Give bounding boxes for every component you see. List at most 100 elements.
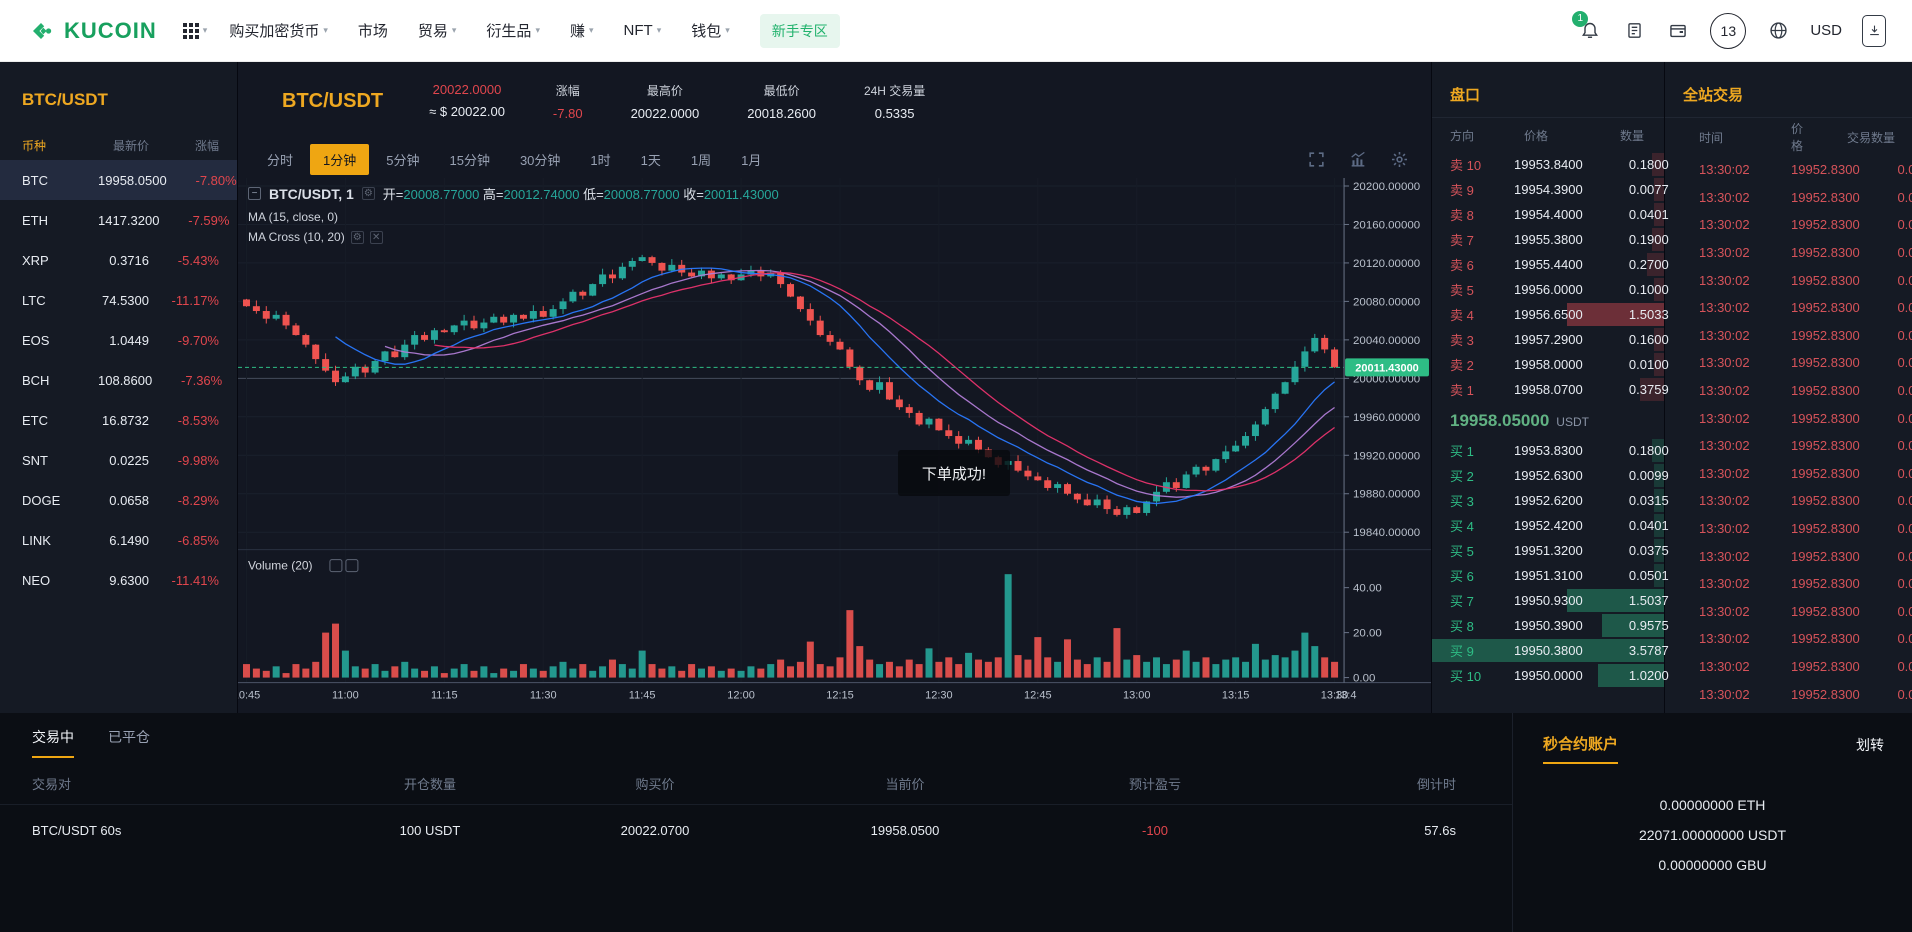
chevron-down-icon: ▾: [725, 25, 730, 35]
trade-amount: 0.005043: [1897, 438, 1912, 454]
coin-row-LINK[interactable]: LINK 6.1490 -6.85%: [0, 520, 237, 560]
svg-text:Volume (20): Volume (20): [248, 559, 313, 573]
trade-row: 13:30:02 19952.8300 0.005043: [1665, 653, 1912, 681]
coin-row-ETH[interactable]: ETH 1417.3200 -7.59%: [0, 200, 237, 240]
coin-row-BTC[interactable]: BTC 19958.0500 -7.80%: [0, 160, 237, 200]
orderbook-direction: 买 8: [1450, 619, 1474, 634]
chart-canvas[interactable]: 20200.00000 20160.00000 20120.00000 20080.0…: [238, 178, 1431, 713]
timeframe-1天[interactable]: 1天: [628, 144, 674, 175]
vip-level-badge[interactable]: 13: [1710, 12, 1747, 49]
nav-item-贸易[interactable]: 贸易 ▾: [418, 20, 457, 41]
download-app-button[interactable]: [1862, 14, 1886, 47]
notification-badge: 1: [1572, 10, 1589, 27]
orderbook-row[interactable]: 卖 4 19956.6500 1.5033: [1432, 302, 1669, 327]
coin-row-BCH[interactable]: BCH 108.8600 -7.36%: [0, 360, 237, 400]
trade-price: 19952.8300: [1791, 300, 1860, 316]
position-countdown: 57.6s: [1424, 822, 1456, 838]
col-time: 时间: [1699, 130, 1724, 145]
coin-row-DOGE[interactable]: DOGE 0.0658 -8.29%: [0, 480, 237, 520]
orderbook-row[interactable]: 卖 9 19954.3900 0.0077: [1432, 177, 1669, 202]
position-row[interactable]: BTC/USDT 60s 100 USDT 20022.0700 19958.0…: [0, 805, 1512, 855]
order-success-toast: 下单成功!: [898, 450, 1010, 496]
timeframe-分时[interactable]: 分时: [254, 144, 306, 175]
all-trades-title: 全站交易: [1665, 62, 1912, 118]
coin-row-ETC[interactable]: ETC 16.8732 -8.53%: [0, 400, 237, 440]
chart-legend: − BTC/USDT, 1 ⚙ 开=20008.77000 高=20012.74…: [248, 184, 779, 244]
trade-time: 13:30:02: [1699, 162, 1750, 178]
legend-gear-icon[interactable]: ⚙: [361, 187, 375, 200]
orderbook-row[interactable]: 卖 8 19954.4000 0.0401: [1432, 202, 1669, 227]
coin-row-XRP[interactable]: XRP 0.3716 -5.43%: [0, 240, 237, 280]
orderbook-title: 盘口: [1432, 62, 1664, 118]
orderbook-direction: 买 10: [1450, 669, 1482, 684]
timeframe-1时[interactable]: 1时: [577, 144, 623, 175]
orderbook-row[interactable]: 买 9 19950.3800 3.5787: [1432, 638, 1669, 663]
orders-button[interactable]: [1622, 19, 1646, 43]
orderbook-row[interactable]: 买 8 19950.3900 0.9575: [1432, 613, 1669, 638]
kucoin-logo[interactable]: KUCOIN: [30, 18, 157, 44]
currency-selector[interactable]: USD: [1810, 22, 1842, 39]
orderbook-row[interactable]: 买 5 19951.3200 0.0375: [1432, 538, 1669, 563]
orderbook-row[interactable]: 买 6 19951.3100 0.0501: [1432, 563, 1669, 588]
wallet-button[interactable]: [1666, 19, 1690, 43]
chevron-down-icon: ▾: [588, 25, 594, 35]
notifications-button[interactable]: 1: [1572, 10, 1602, 43]
svg-text:20200.00000: 20200.00000: [1353, 181, 1420, 193]
indicator-close-icon[interactable]: ✕: [369, 230, 383, 244]
col-trade-amount: 交易数量: [1847, 130, 1896, 145]
coin-row-NEO[interactable]: NEO 9.6300 -11.41%: [0, 560, 237, 600]
transfer-link[interactable]: 划转: [1856, 735, 1884, 755]
trade-time: 13:30:02: [1699, 658, 1750, 674]
tab-交易中[interactable]: 交易中: [32, 727, 74, 758]
trade-price: 19952.8300: [1791, 162, 1860, 178]
nav-item-衍生品[interactable]: 衍生品 ▾: [486, 20, 540, 41]
nav-item-市场[interactable]: 市场: [358, 20, 388, 41]
col-amount: 数量: [1619, 128, 1644, 143]
orderbook-row[interactable]: 卖 10 19953.8400 0.1800: [1432, 152, 1669, 177]
nav-item-钱包[interactable]: 钱包 ▾: [691, 20, 730, 41]
ohlc-value: 20008.77000: [603, 187, 680, 202]
trade-amount: 0.005043: [1897, 465, 1912, 481]
chevron-down-icon: ▾: [656, 25, 662, 35]
wallet-icon: [1670, 24, 1687, 37]
orderbook-row[interactable]: 买 3 19952.6200 0.0315: [1432, 488, 1669, 513]
orderbook-row[interactable]: 买 7 19950.9300 1.5037: [1432, 588, 1669, 613]
collapse-icon[interactable]: −: [248, 187, 261, 200]
orderbook-row[interactable]: 卖 1 19958.0700 0.3759: [1432, 377, 1669, 402]
timeframe-15分钟[interactable]: 15分钟: [436, 144, 502, 175]
fullscreen-icon[interactable]: [1307, 150, 1326, 169]
nav-item-赚[interactable]: 赚 ▾: [570, 20, 594, 41]
chart-settings-gear-icon[interactable]: [1390, 150, 1409, 169]
trade-amount: 0.005043: [1897, 658, 1912, 674]
orderbook-row[interactable]: 卖 5 19956.0000 0.1000: [1432, 277, 1669, 302]
timeframe-30分钟[interactable]: 30分钟: [507, 144, 573, 175]
coin-row-SNT[interactable]: SNT 0.0225 -9.98%: [0, 440, 237, 480]
nav-item-beginner-zone[interactable]: 新手专区: [759, 13, 840, 48]
orderbook-price: 19951.3200: [1514, 543, 1583, 558]
orderbook-row[interactable]: 卖 2 19958.0000 0.0100: [1432, 352, 1669, 377]
timeframe-1分钟[interactable]: 1分钟: [310, 143, 370, 175]
trade-amount: 0.005043: [1897, 521, 1912, 537]
orderbook-row[interactable]: 买 1 19953.8300 0.1800: [1432, 438, 1669, 463]
orderbook-direction: 卖 5: [1450, 283, 1474, 298]
position-pair: BTC/USDT 60s: [32, 822, 122, 838]
svg-text:20080.00000: 20080.00000: [1353, 296, 1420, 308]
language-button[interactable]: [1766, 19, 1790, 43]
nav-item-NFT[interactable]: NFT ▾: [624, 22, 662, 39]
coin-row-LTC[interactable]: LTC 74.5300 -11.17%: [0, 280, 237, 320]
timeframe-5分钟[interactable]: 5分钟: [373, 144, 432, 175]
orderbook-row[interactable]: 买 2 19952.6300 0.0099: [1432, 463, 1669, 488]
orderbook-row[interactable]: 买 10 19950.0000 1.0200: [1432, 663, 1669, 688]
orderbook-row[interactable]: 卖 6 19955.4400 0.2700: [1432, 252, 1669, 277]
coin-row-EOS[interactable]: EOS 1.0449 -9.70%: [0, 320, 237, 360]
timeframe-1月[interactable]: 1月: [728, 144, 774, 175]
apps-grid-icon[interactable]: [182, 22, 199, 39]
orderbook-row[interactable]: 卖 3 19957.2900 0.1600: [1432, 327, 1669, 352]
orderbook-row[interactable]: 卖 7 19955.3800 0.1900: [1432, 227, 1669, 252]
tab-已平仓[interactable]: 已平仓: [108, 727, 150, 756]
orderbook-row[interactable]: 买 4 19952.4200 0.0401: [1432, 513, 1669, 538]
chart-style-icon[interactable]: [1348, 150, 1368, 169]
nav-item-购买加密货币[interactable]: 购买加密货币 ▾: [229, 20, 328, 41]
timeframe-1周[interactable]: 1周: [678, 144, 724, 175]
indicator-gear-icon[interactable]: ⚙: [350, 230, 364, 244]
